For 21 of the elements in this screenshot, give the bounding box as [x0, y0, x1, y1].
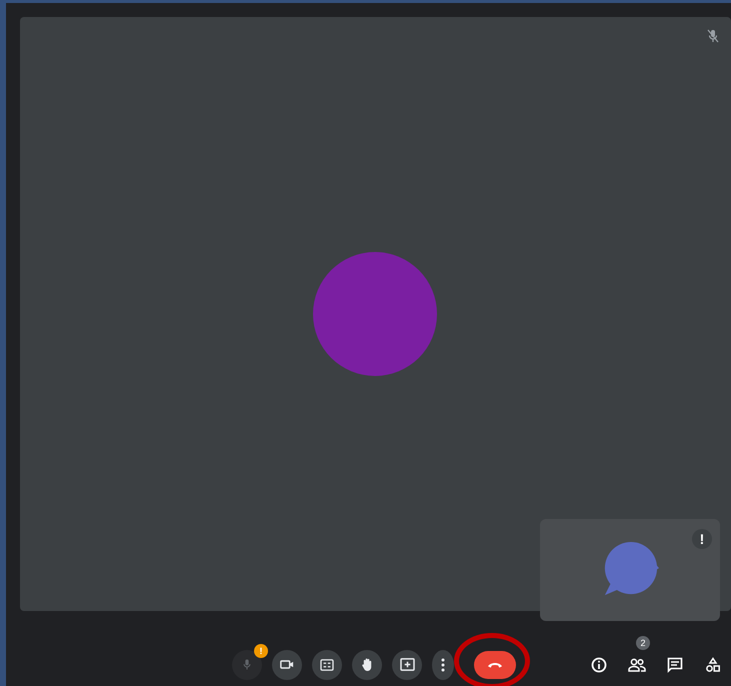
hand-icon [360, 657, 374, 672]
mic-button[interactable] [232, 650, 262, 680]
present-icon [400, 658, 414, 671]
mic-icon [242, 658, 252, 671]
people-icon [628, 658, 646, 672]
warning-badge: ! [254, 644, 268, 658]
captions-icon [320, 658, 334, 670]
camera-icon [280, 659, 294, 670]
info-icon [591, 656, 607, 672]
count-badge: 2 [636, 636, 650, 650]
leave-call-button[interactable] [474, 650, 516, 678]
phone-icon [487, 661, 503, 668]
camera-button[interactable] [272, 650, 302, 680]
chat-icon [667, 656, 683, 672]
alert-badge: ! [692, 529, 712, 549]
hand-button[interactable] [352, 650, 382, 680]
present-button[interactable] [392, 650, 422, 680]
captions-button[interactable] [312, 650, 342, 680]
more-icon [441, 658, 445, 672]
shapes-icon [705, 656, 721, 672]
more-button[interactable] [432, 650, 454, 680]
